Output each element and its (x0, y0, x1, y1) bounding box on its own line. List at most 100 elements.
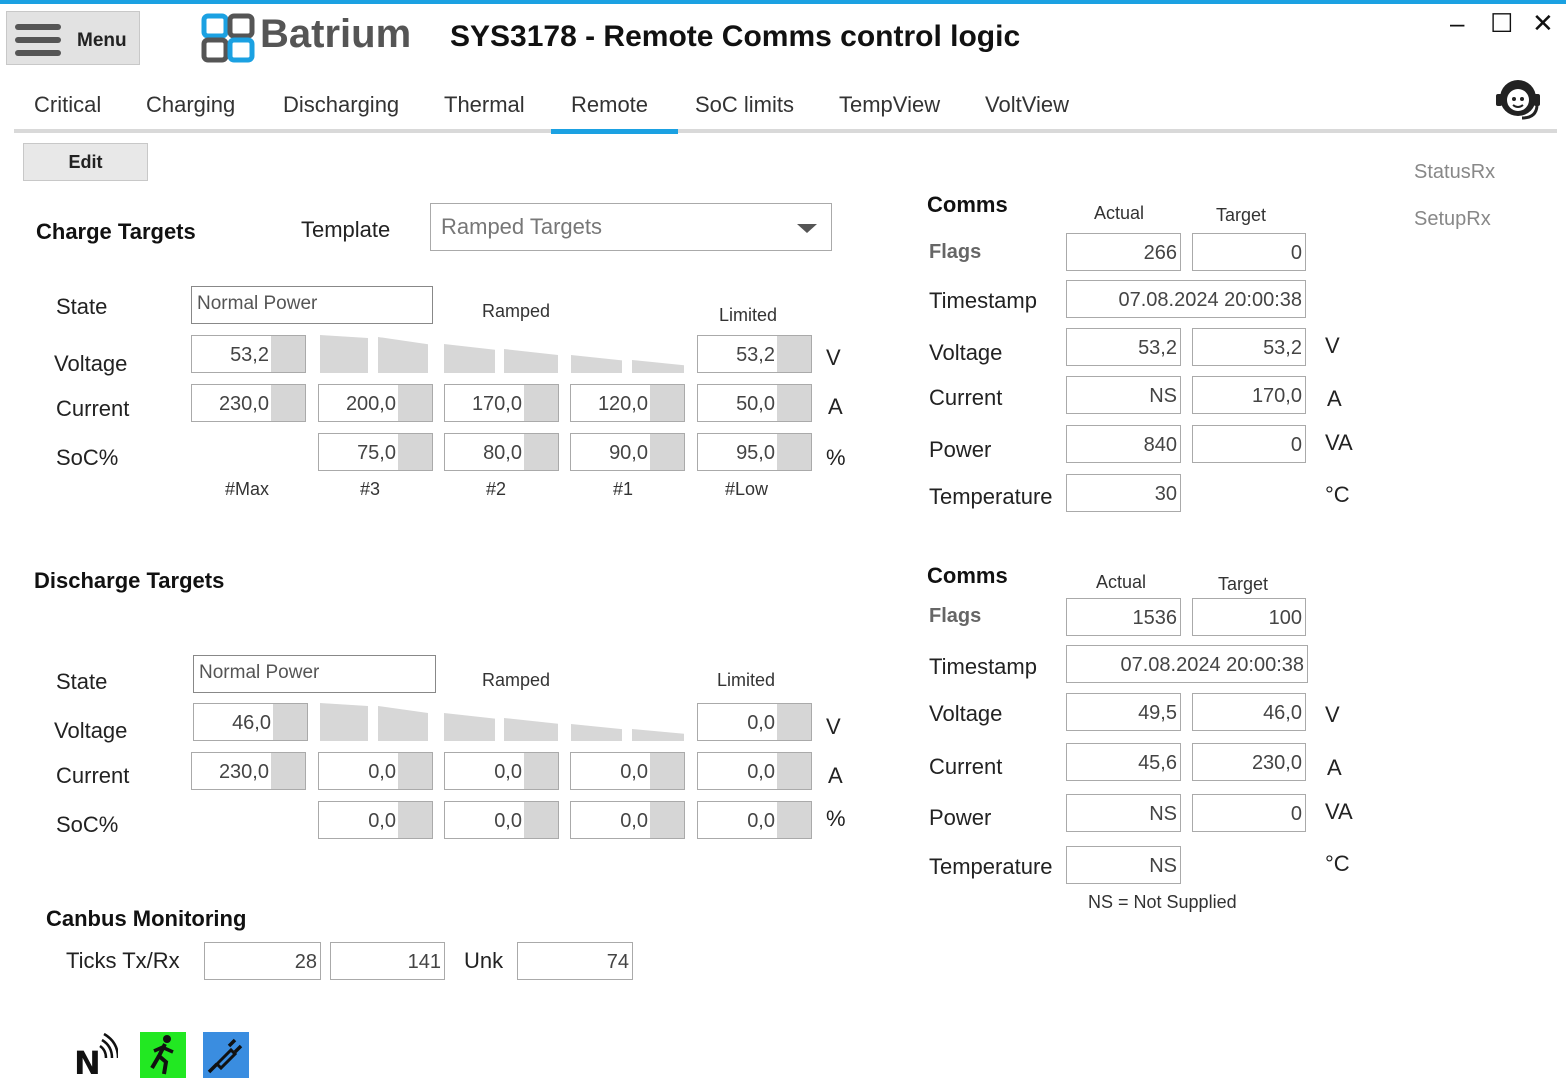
charge-current-max-field[interactable]: 230,0 (191, 384, 306, 422)
tab-voltview[interactable]: VoltView (985, 92, 1069, 118)
charge-current-3-field[interactable]: 200,0 (318, 384, 433, 422)
comms-discharge-current-unit: A (1327, 755, 1342, 780)
charge-voltage-ramp-5 (571, 355, 622, 373)
charge-current-label: Current (56, 396, 130, 421)
charge-current-2-field[interactable]: 170,0 (444, 384, 559, 422)
discharge-current-low-field[interactable]: 0,0 (697, 752, 812, 790)
page-title: SYS3178 - Remote Comms control logic (450, 20, 1021, 53)
charge-soc-1-field[interactable]: 90,0 (570, 433, 685, 471)
discharge-soc-low-field[interactable]: 0,0 (697, 801, 812, 839)
chevron-down-icon (797, 224, 817, 233)
comms-discharge-power-label: Power (929, 805, 992, 830)
brand-name: Batrium (260, 12, 412, 56)
discharge-voltage-ramp-3 (444, 713, 495, 741)
hamburger-icon (15, 24, 61, 56)
discharge-state-label: State (56, 669, 108, 694)
comms-discharge-voltage-actual: 49,5 (1066, 693, 1181, 731)
tab-charging[interactable]: Charging (146, 92, 235, 118)
column-label-1: #1 (613, 479, 634, 499)
tab-remote[interactable]: Remote (571, 92, 648, 118)
discharge-current-unit: A (828, 763, 843, 788)
discharge-voltage-low-field[interactable]: 0,0 (697, 703, 812, 741)
template-value: Ramped Targets (441, 214, 603, 239)
template-label: Template (301, 217, 391, 242)
charge-soc-3-field[interactable]: 75,0 (318, 433, 433, 471)
discharge-current-max-field[interactable]: 230,0 (191, 752, 306, 790)
discharge-ramped-label: Ramped (482, 670, 551, 690)
discharge-voltage-ramp-6 (632, 729, 684, 741)
column-label-low: #Low (725, 479, 769, 499)
charge-voltage-label: Voltage (54, 351, 128, 376)
comms-discharge-temp-actual: NS (1066, 846, 1181, 884)
charge-voltage-low-field[interactable]: 53,2 (697, 335, 812, 373)
ticks-tx-field: 28 (204, 942, 321, 980)
charge-state-field: Normal Power (191, 286, 433, 324)
comms-discharge-voltage-unit: V (1325, 702, 1340, 727)
discharge-soc-1-field[interactable]: 0,0 (570, 801, 685, 839)
comms-discharge-voltage-label: Voltage (929, 701, 1003, 726)
charge-voltage-max-field[interactable]: 53,2 (191, 335, 306, 373)
comms-discharge-power-actual: NS (1066, 794, 1181, 832)
discharge-soc-2-field[interactable]: 0,0 (444, 801, 559, 839)
comms-charge-flags-label: Flags (929, 241, 982, 263)
comms-discharge-current-actual: 45,6 (1066, 743, 1181, 781)
close-button[interactable]: ✕ (1532, 8, 1554, 39)
canbus-heading: Canbus Monitoring (46, 906, 247, 931)
comms-charge-power-label: Power (929, 437, 992, 462)
charge-voltage-ramp-3 (444, 344, 495, 373)
charge-voltage-ramp-6 (632, 360, 684, 373)
setup-rx-link[interactable]: SetupRx (1414, 208, 1491, 231)
discharge-current-3-field[interactable]: 0,0 (318, 752, 433, 790)
discharge-current-1-field[interactable]: 0,0 (570, 752, 685, 790)
comms-discharge-power-unit: VA (1325, 799, 1353, 824)
comms-discharge-flags-actual: 1536 (1066, 598, 1181, 636)
discharge-voltage-max-field[interactable]: 46,0 (193, 703, 308, 741)
ticks-label: Ticks Tx/Rx (66, 948, 180, 973)
discharge-voltage-label: Voltage (54, 718, 128, 743)
running-man-icon (140, 1032, 186, 1078)
tab-thermal[interactable]: Thermal (444, 92, 525, 118)
discharge-voltage-unit: V (826, 714, 841, 739)
charge-current-low-field[interactable]: 50,0 (697, 384, 812, 422)
charge-current-1-field[interactable]: 120,0 (570, 384, 685, 422)
discharge-limited-label: Limited (717, 670, 776, 690)
comms-charge-timestamp-field: 07.08.2024 20:00:38 (1066, 280, 1306, 318)
edit-button[interactable]: Edit (23, 143, 148, 181)
tab-tempview[interactable]: TempView (839, 92, 940, 118)
comms-discharge-power-target: 0 (1192, 794, 1306, 832)
tab-discharging[interactable]: Discharging (283, 92, 399, 118)
comms-charge-heading: Comms (927, 192, 1008, 217)
charge-limited-label: Limited (719, 305, 778, 325)
charge-soc-low-field[interactable]: 95,0 (697, 433, 812, 471)
discharge-soc-unit: % (826, 806, 846, 831)
comms-charge-target-header: Target (1216, 205, 1267, 225)
unk-field: 74 (517, 942, 633, 980)
tab-soc-limits[interactable]: SoC limits (695, 92, 794, 118)
support-headset-icon[interactable] (1494, 76, 1542, 124)
title-accent-line (0, 0, 1566, 4)
network-signal-icon: N (74, 1032, 118, 1078)
comms-discharge-current-label: Current (929, 754, 1003, 779)
minimize-button[interactable]: – (1450, 8, 1464, 39)
comms-discharge-actual-header: Actual (1096, 572, 1147, 592)
charge-current-unit: A (828, 394, 843, 419)
comms-discharge-temp-label: Temperature (929, 854, 1053, 879)
maximize-button[interactable]: ☐ (1490, 8, 1513, 39)
discharge-current-2-field[interactable]: 0,0 (444, 752, 559, 790)
discharge-soc-3-field[interactable]: 0,0 (318, 801, 433, 839)
comms-charge-current-unit: A (1327, 386, 1342, 411)
comms-discharge-voltage-target: 46,0 (1192, 693, 1306, 731)
discharge-state-field: Normal Power (193, 655, 436, 693)
charge-voltage-ramp-1 (320, 335, 368, 373)
column-label-2: #2 (486, 479, 507, 499)
charge-soc-2-field[interactable]: 80,0 (444, 433, 559, 471)
template-dropdown[interactable]: Ramped Targets (430, 203, 832, 251)
plug-icon (203, 1032, 249, 1078)
tab-critical[interactable]: Critical (34, 92, 101, 118)
charge-voltage-ramp-2 (378, 337, 428, 373)
menu-button[interactable]: Menu (6, 11, 140, 65)
comms-charge-flags-target: 0 (1192, 233, 1306, 271)
status-rx-link[interactable]: StatusRx (1414, 161, 1495, 184)
comms-discharge-flags-target: 100 (1192, 598, 1306, 636)
column-label-3: #3 (360, 479, 381, 499)
